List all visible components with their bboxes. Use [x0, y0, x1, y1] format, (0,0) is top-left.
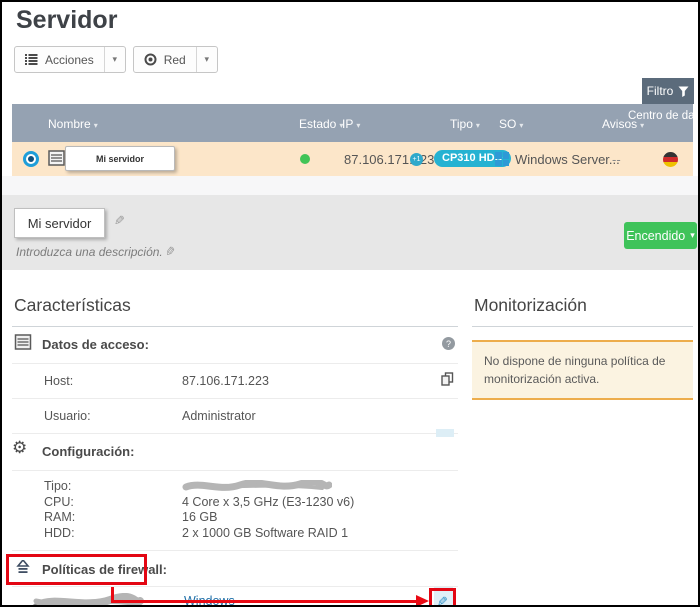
- monitoring-column: Monitorización No dispone de ninguna pol…: [472, 293, 693, 400]
- germany-flag-icon: [663, 152, 678, 167]
- network-button[interactable]: Red: [134, 47, 197, 72]
- network-split-button: Red ▾: [133, 46, 218, 73]
- monitoring-empty-warning: No dispone de ninguna política de monito…: [472, 340, 693, 400]
- annotation-arrow-segment: [111, 600, 417, 603]
- firewall-rows: Windows ✎ 2001:8d8:1801:837a::1 Windows …: [12, 587, 458, 607]
- copy-icon[interactable]: [441, 372, 454, 386]
- server-detail-header: Mi servidor ✎ Introduzca una descripción…: [2, 195, 698, 270]
- host-value: 87.106.171.223: [182, 374, 269, 388]
- server-icon: [14, 334, 32, 350]
- config-row-type: Tipo:: [44, 479, 458, 495]
- column-header-status[interactable]: Estado▾: [299, 117, 343, 131]
- sort-caret-icon: ▾: [519, 121, 523, 130]
- server-name-patch: Mi servidor: [14, 208, 105, 238]
- monitoring-heading: Monitorización: [472, 293, 693, 327]
- edit-description-pencil-icon: ✎: [166, 244, 177, 260]
- status-online-dot: [300, 154, 310, 164]
- column-header-os[interactable]: SO▾: [499, 117, 523, 131]
- config-row-cpu: CPU: 4 Core x 3,5 GHz (E3-1230 v6): [44, 495, 458, 511]
- host-row: Host: 87.106.171.223: [12, 364, 458, 399]
- column-header-name[interactable]: Nombre▾: [48, 117, 98, 131]
- config-label: HDD:: [44, 526, 182, 542]
- toolbar: Acciones ▾ Red ▾: [14, 46, 218, 73]
- column-header-ip[interactable]: IP▾: [342, 117, 360, 131]
- sort-caret-icon: ▾: [476, 121, 480, 130]
- annotation-red-box-firewall-title: [6, 554, 147, 585]
- server-icon: [48, 150, 65, 166]
- config-value: 4 Core x 3,5 GHz (E3-1230 v6): [182, 495, 354, 511]
- annotation-arrow-head: [416, 595, 429, 607]
- server-name-patch: Mi servidor: [65, 146, 175, 171]
- column-header-datacenter[interactable]: Centro de datos▾: [628, 110, 688, 123]
- filter-button[interactable]: Filtro: [642, 78, 694, 104]
- configuration-title: Configuración:: [42, 444, 134, 459]
- row-radio-selected[interactable]: [23, 151, 39, 167]
- table-header: Nombre▾ Estado▾ IP▾ Tipo▾ SO▾ Avisos▾ Ce…: [12, 104, 693, 142]
- network-dropdown-button[interactable]: ▾: [197, 47, 217, 72]
- config-value: 2 x 1000 GB Software RAID 1: [182, 526, 348, 542]
- features-heading: Características: [12, 293, 458, 327]
- redacted-scribble: [182, 479, 332, 495]
- caret-down-icon: ▾: [204, 54, 209, 65]
- actions-button[interactable]: Acciones: [15, 47, 105, 72]
- windows-logo-icon: [495, 152, 509, 166]
- access-data-section-header: Datos de acceso: ?: [12, 327, 458, 364]
- extra-ip-badge[interactable]: +1: [410, 153, 423, 166]
- column-header-type[interactable]: Tipo▾: [450, 117, 480, 131]
- actions-button-label: Acciones: [45, 53, 94, 67]
- row-os-value: Windows Server...: [515, 152, 620, 167]
- sort-caret-icon: ▾: [94, 121, 98, 130]
- config-value: 16 GB: [182, 510, 217, 526]
- features-column: Características Datos de acceso: ? Host:…: [12, 293, 458, 607]
- configuration-section-header: ⚙ Configuración:: [12, 434, 458, 471]
- globe-icon: [144, 53, 157, 66]
- config-label: Tipo:: [44, 479, 182, 495]
- user-label: Usuario:: [44, 409, 182, 423]
- divider-strip: [2, 176, 698, 195]
- config-label: RAM:: [44, 510, 182, 526]
- server-table-row[interactable]: Mi servidor 87.106.171.223 +1 CP310 HDD …: [12, 142, 693, 176]
- server-name-label: Mi servidor: [28, 216, 92, 231]
- sort-caret-icon: ▾: [356, 121, 360, 130]
- caret-down-icon: ▾: [690, 230, 695, 241]
- edit-name-pencil-icon[interactable]: ✎: [114, 213, 125, 229]
- page-title: Servidor: [16, 6, 117, 35]
- user-row: Usuario: Administrator: [12, 399, 458, 434]
- server-name: Mi servidor: [96, 154, 144, 164]
- firewall-section-header: Políticas de firewall:: [12, 551, 458, 587]
- help-icon[interactable]: ?: [442, 337, 455, 350]
- config-row-hdd: HDD: 2 x 1000 GB Software RAID 1: [44, 526, 458, 542]
- network-button-label: Red: [164, 53, 186, 67]
- row-alerts-value: --: [612, 152, 621, 167]
- host-label: Host:: [44, 374, 182, 388]
- annotation-red-box-edit-icon: [429, 588, 456, 607]
- actions-dropdown-button[interactable]: ▾: [105, 47, 125, 72]
- power-state-label: Encendido: [626, 229, 685, 243]
- monitoring-empty-message: No dispone de ninguna política de monito…: [484, 354, 665, 386]
- firewall-row: Windows ✎: [12, 587, 458, 607]
- power-state-button[interactable]: Encendido ▾: [624, 222, 697, 249]
- description-placeholder[interactable]: Introduzca una descripción. ✎: [16, 244, 177, 260]
- gear-icon: ⚙: [12, 438, 27, 458]
- config-row-ram: RAM: 16 GB: [44, 510, 458, 526]
- list-icon: [25, 54, 38, 65]
- actions-split-button: Acciones ▾: [14, 46, 126, 73]
- server-admin-page: Servidor Acciones ▾ Red: [0, 0, 700, 607]
- config-label: CPU:: [44, 495, 182, 511]
- filter-button-label: Filtro: [647, 84, 674, 98]
- configuration-rows: Tipo: CPU: 4 Core x 3,5 GHz (E3-1230 v6)…: [12, 471, 458, 551]
- access-data-title: Datos de acceso:: [42, 337, 149, 352]
- caret-down-icon: ▾: [112, 54, 117, 65]
- user-value: Administrator: [182, 409, 256, 423]
- funnel-icon: [678, 86, 689, 97]
